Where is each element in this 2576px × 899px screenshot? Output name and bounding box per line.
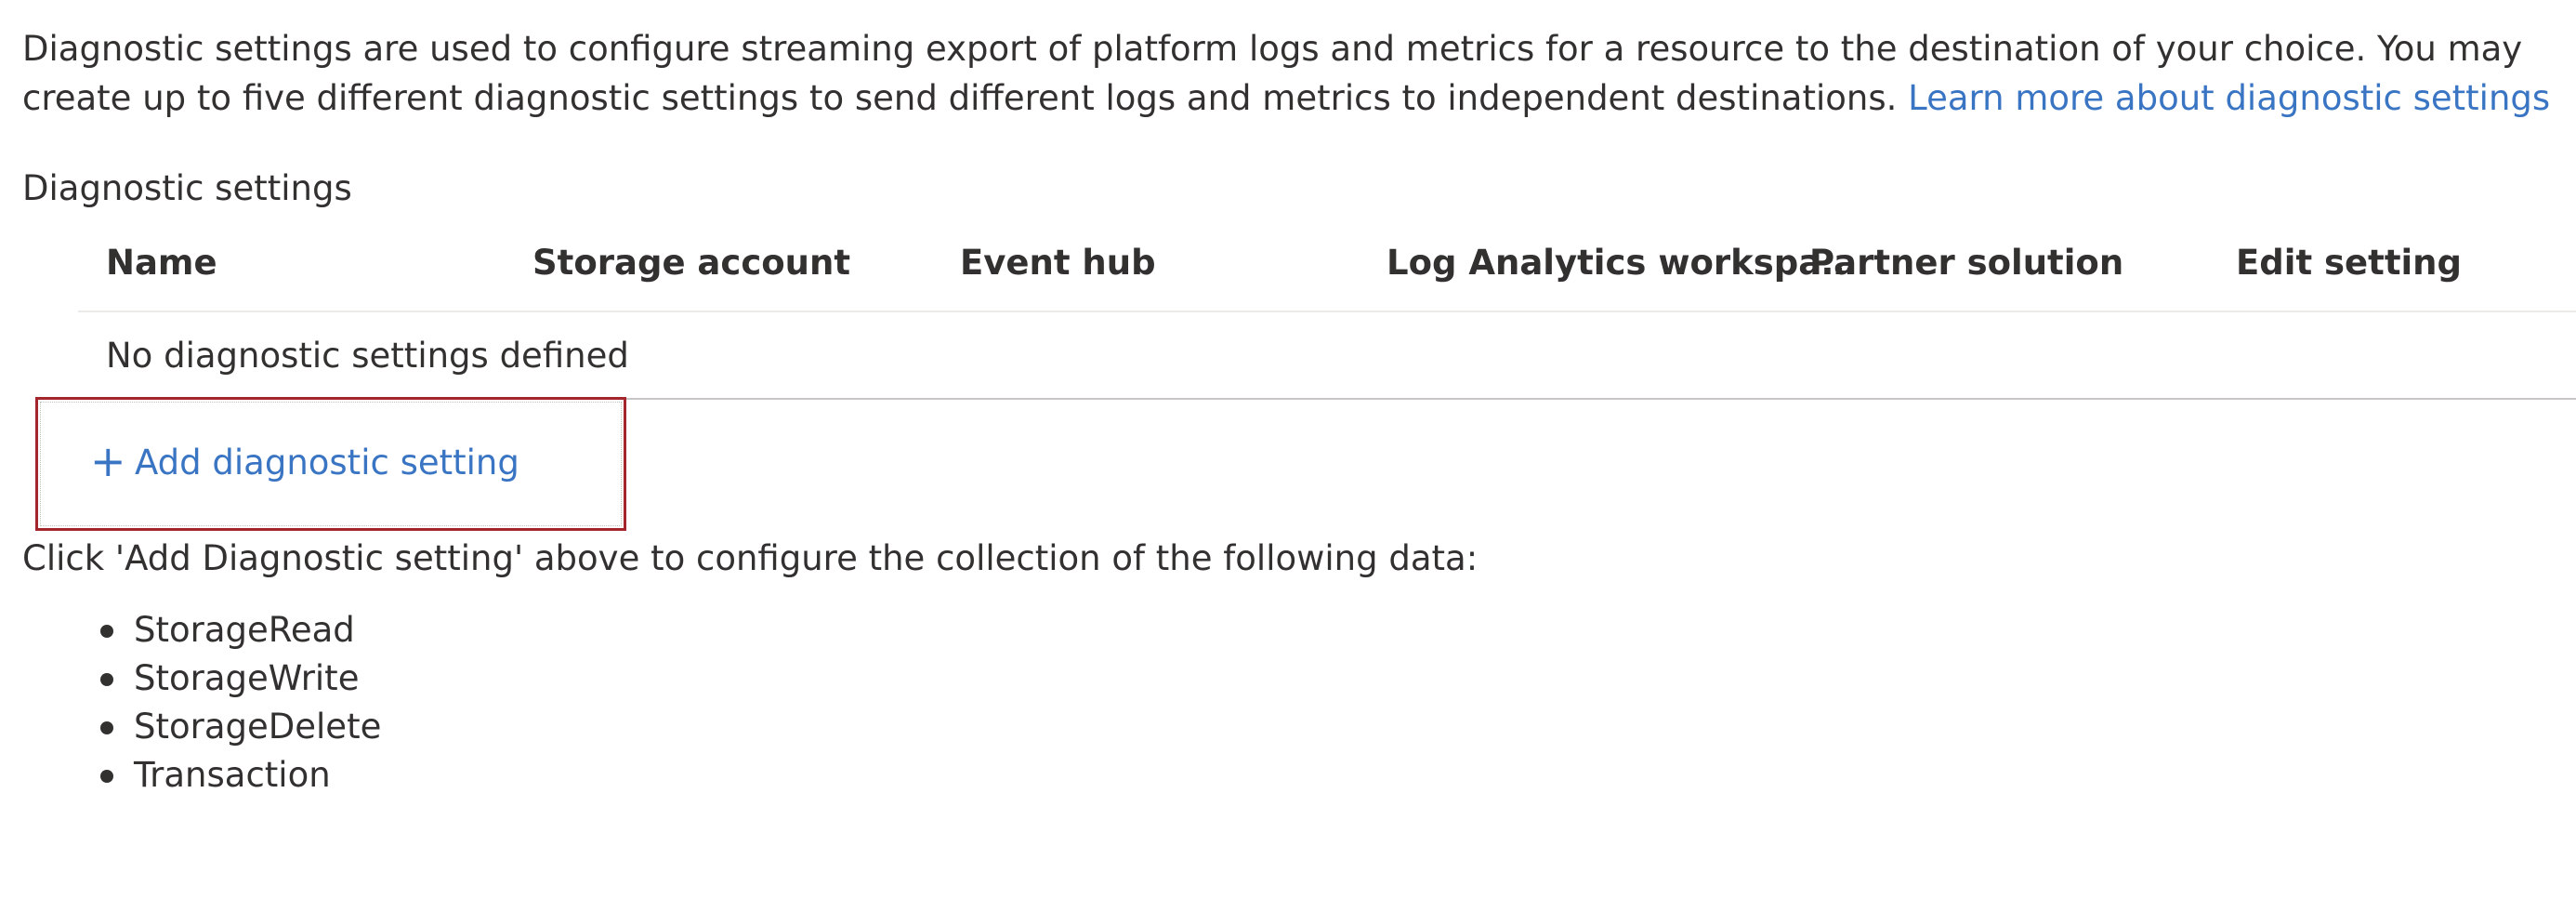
empty-message: No diagnostic settings defined [106, 336, 629, 376]
list-item: Transaction [0, 751, 381, 800]
list-item-label: StorageWrite [134, 658, 360, 698]
table-header-row: Name Storage account Event hub Log Analy… [78, 232, 2576, 312]
bullet-icon [100, 673, 113, 686]
data-category-list: StorageRead StorageWrite StorageDelete T… [0, 606, 381, 800]
column-header-name[interactable]: Name [106, 232, 217, 294]
section-title: Diagnostic settings [22, 168, 352, 208]
collection-instructions: Click 'Add Diagnostic setting' above to … [22, 538, 1479, 578]
add-diagnostic-setting-label: Add diagnostic setting [135, 443, 519, 483]
column-header-edit-setting[interactable]: Edit setting [2236, 232, 2462, 294]
column-header-storage-account[interactable]: Storage account [532, 232, 850, 294]
column-header-partner-solution[interactable]: Partner solution [1809, 232, 2123, 294]
column-header-log-analytics-workspace[interactable]: Log Analytics workspa... [1387, 232, 1859, 294]
intro-paragraph: Diagnostic settings are used to configur… [22, 24, 2569, 123]
bullet-icon [100, 721, 113, 734]
list-item: StorageRead [0, 606, 381, 654]
table-empty-row: No diagnostic settings defined [78, 312, 2576, 400]
add-diagnostic-setting-button[interactable]: + Add diagnostic setting [35, 397, 626, 531]
list-item: StorageWrite [0, 654, 381, 703]
bullet-icon [100, 770, 113, 783]
list-item-label: StorageDelete [134, 707, 382, 747]
plus-icon: + [90, 436, 126, 486]
list-item: StorageDelete [0, 703, 381, 751]
list-item-label: StorageRead [134, 610, 355, 650]
learn-more-link[interactable]: Learn more about diagnostic settings [1908, 78, 2550, 118]
diagnostic-settings-table: Name Storage account Event hub Log Analy… [78, 232, 2576, 312]
column-header-event-hub[interactable]: Event hub [960, 232, 1156, 294]
list-item-label: Transaction [134, 755, 331, 795]
bullet-icon [100, 625, 113, 638]
